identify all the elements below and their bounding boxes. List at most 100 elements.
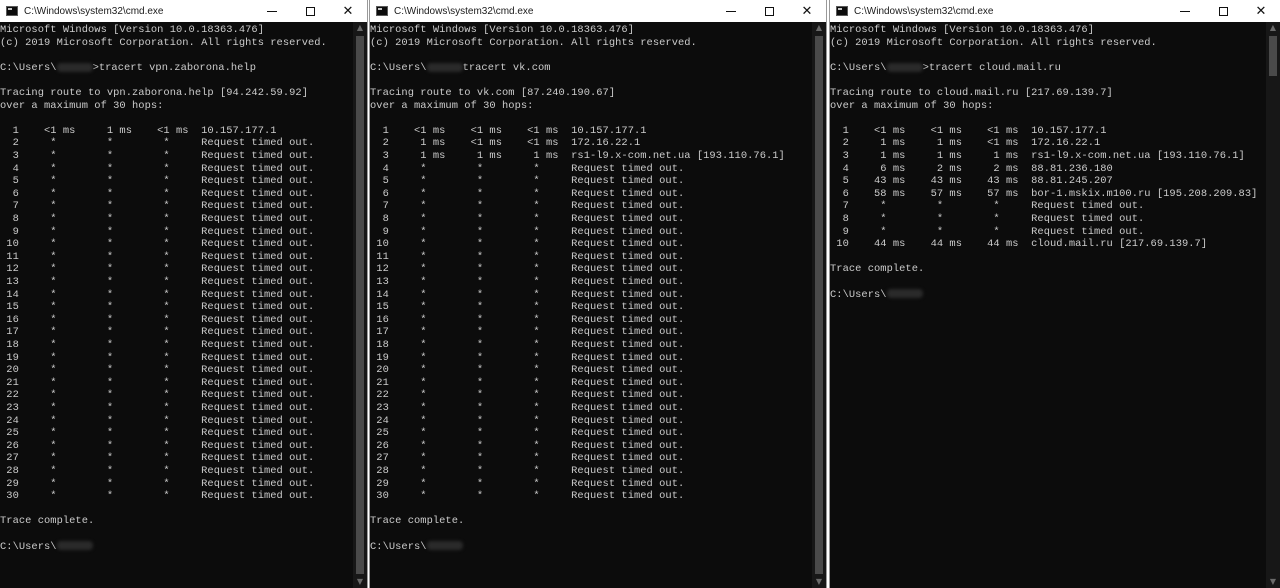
- close-button[interactable]: ✕: [329, 0, 367, 22]
- max-hops-line: over a maximum of 30 hops:: [0, 99, 164, 112]
- hop-row: 22 * * * Request timed out.: [370, 389, 685, 402]
- command-text: >tracert vpn.zaborona.help: [92, 61, 256, 74]
- hop-row: 1 <1 ms <1 ms <1 ms 10.157.177.1: [370, 124, 647, 137]
- hop-row: 1 <1 ms 1 ms <1 ms 10.157.177.1: [0, 124, 277, 137]
- close-icon: ✕: [801, 3, 813, 19]
- hop-row: 19 * * * Request timed out.: [0, 351, 315, 364]
- scroll-up-icon[interactable]: ▲: [812, 22, 826, 34]
- prompt-path: C:\Users\: [0, 540, 57, 553]
- minimize-button[interactable]: [1166, 0, 1204, 22]
- final-prompt-line: C:\Users\: [830, 289, 923, 302]
- hop-row: 15 * * * Request timed out.: [370, 301, 685, 314]
- hop-row: 22 * * * Request timed out.: [0, 389, 315, 402]
- hop-row: 13 * * * Request timed out.: [0, 276, 315, 288]
- maximize-icon: [305, 6, 315, 16]
- tracing-route-line: Tracing route to vk.com [87.240.190.67]: [370, 87, 616, 99]
- title-bar[interactable]: C:\Windows\system32\cmd.exe ✕: [370, 0, 826, 22]
- close-button[interactable]: ✕: [1242, 0, 1280, 22]
- hop-row: 10 44 ms 44 ms 44 ms cloud.mail.ru [217.…: [830, 238, 1208, 251]
- scrollbar-thumb[interactable]: [815, 36, 823, 574]
- hop-row: 17 * * * Request timed out.: [370, 326, 685, 339]
- redacted-username: [56, 62, 93, 72]
- hop-row: 18 * * * Request timed out.: [370, 339, 685, 351]
- hop-row: 15 * * * Request timed out.: [0, 301, 315, 314]
- scrollbar[interactable]: ▲ ▼: [353, 22, 367, 588]
- hop-row: 24 * * * Request timed out.: [370, 414, 685, 427]
- hop-row: 6 58 ms 57 ms 57 ms bor-1.mskix.m100.ru …: [830, 187, 1258, 200]
- command-prompt-line: C:\Users\ >tracert cloud.mail.ru: [830, 62, 1061, 75]
- copyright-line: (c) 2019 Microsoft Corporation. All righ…: [370, 36, 697, 49]
- close-button[interactable]: ✕: [788, 0, 826, 22]
- maximize-button[interactable]: [1204, 0, 1242, 22]
- hop-row: 28 * * * Request timed out.: [370, 465, 685, 477]
- maximize-button[interactable]: [291, 0, 329, 22]
- hop-row: 10 * * * Request timed out.: [0, 238, 315, 251]
- close-icon: ✕: [1255, 3, 1267, 19]
- hop-row: 26 * * * Request timed out.: [370, 439, 685, 452]
- scroll-up-icon[interactable]: ▲: [353, 22, 367, 34]
- console-output[interactable]: Microsoft Windows [Version 10.0.18363.47…: [370, 24, 812, 588]
- hop-row: 5 * * * Request timed out.: [0, 175, 315, 188]
- hop-row: 23 * * * Request timed out.: [370, 402, 685, 414]
- cmd-window-2[interactable]: C:\Windows\system32\cmd.exe ✕ Microsoft …: [369, 0, 827, 588]
- hop-row: 1 <1 ms <1 ms <1 ms 10.157.177.1: [830, 124, 1107, 137]
- minimize-button[interactable]: [253, 0, 291, 22]
- version-line: Microsoft Windows [Version 10.0.18363.47…: [0, 24, 264, 36]
- hop-row: 16 * * * Request timed out.: [0, 313, 315, 326]
- scroll-down-icon[interactable]: ▼: [1266, 576, 1280, 588]
- cmd-app-icon: [836, 6, 848, 16]
- hop-row: 16 * * * Request timed out.: [370, 313, 685, 326]
- redacted-username: [426, 541, 463, 551]
- hop-row: 4 * * * Request timed out.: [0, 162, 315, 175]
- scroll-down-icon[interactable]: ▼: [353, 576, 367, 588]
- redacted-username: [56, 541, 93, 551]
- hop-row: 23 * * * Request timed out.: [0, 402, 315, 414]
- hop-row: 2 1 ms <1 ms <1 ms 172.16.22.1: [370, 137, 641, 150]
- hop-row: 20 * * * Request timed out.: [370, 364, 685, 377]
- cmd-window-3[interactable]: C:\Windows\system32\cmd.exe ✕ Microsoft …: [829, 0, 1280, 588]
- hop-row: 6 * * * Request timed out.: [0, 187, 315, 200]
- hop-row: 14 * * * Request timed out.: [0, 288, 315, 301]
- console-output[interactable]: Microsoft Windows [Version 10.0.18363.47…: [830, 24, 1266, 588]
- hop-row: 12 * * * Request timed out.: [0, 263, 315, 276]
- prompt-path: C:\Users\: [830, 288, 887, 301]
- tracing-route-line: Tracing route to cloud.mail.ru [217.69.1…: [830, 87, 1113, 99]
- redacted-username: [886, 62, 923, 72]
- copyright-line: (c) 2019 Microsoft Corporation. All righ…: [0, 36, 327, 49]
- redacted-username: [886, 289, 923, 299]
- hop-row: 19 * * * Request timed out.: [370, 351, 685, 364]
- trace-complete-line: Trace complete.: [0, 515, 95, 528]
- max-hops-line: over a maximum of 30 hops:: [830, 99, 994, 112]
- console-output[interactable]: Microsoft Windows [Version 10.0.18363.47…: [0, 24, 353, 588]
- scrollbar-thumb[interactable]: [1269, 36, 1277, 76]
- title-bar[interactable]: C:\Windows\system32\cmd.exe ✕: [0, 0, 367, 22]
- trace-complete-line: Trace complete.: [830, 263, 925, 276]
- scroll-up-icon[interactable]: ▲: [1266, 22, 1280, 34]
- scroll-down-icon[interactable]: ▼: [812, 576, 826, 588]
- close-icon: ✕: [342, 3, 354, 19]
- hop-row: 10 * * * Request timed out.: [370, 238, 685, 251]
- title-bar[interactable]: C:\Windows\system32\cmd.exe ✕: [830, 0, 1280, 22]
- maximize-button[interactable]: [750, 0, 788, 22]
- minimize-button[interactable]: [712, 0, 750, 22]
- scrollbar-thumb[interactable]: [356, 36, 364, 574]
- hop-row: 17 * * * Request timed out.: [0, 326, 315, 339]
- hop-row: 11 * * * Request timed out.: [370, 250, 685, 263]
- trace-complete-line: Trace complete.: [370, 515, 465, 528]
- hop-row: 2 1 ms 1 ms <1 ms 172.16.22.1: [830, 137, 1101, 150]
- hop-row: 7 * * * Request timed out.: [0, 200, 315, 213]
- command-prompt-line: C:\Users\ tracert vk.com: [370, 62, 551, 75]
- cmd-window-1[interactable]: C:\Windows\system32\cmd.exe ✕ Microsoft …: [0, 0, 368, 588]
- maximize-icon: [1218, 6, 1228, 16]
- hop-row: 27 * * * Request timed out.: [370, 452, 685, 465]
- hop-row: 5 43 ms 43 ms 43 ms 88.81.245.207: [830, 175, 1113, 188]
- tracing-route-line: Tracing route to vpn.zaborona.help [94.2…: [0, 87, 308, 99]
- hop-row: 29 * * * Request timed out.: [370, 477, 685, 490]
- scrollbar[interactable]: ▲ ▼: [1266, 22, 1280, 588]
- hop-row: 7 * * * Request timed out.: [370, 200, 685, 213]
- scrollbar[interactable]: ▲ ▼: [812, 22, 826, 588]
- prompt-path: C:\Users\: [370, 540, 427, 553]
- maximize-icon: [764, 6, 774, 16]
- hop-row: 6 * * * Request timed out.: [370, 187, 685, 200]
- hop-row: 3 * * * Request timed out.: [0, 150, 315, 162]
